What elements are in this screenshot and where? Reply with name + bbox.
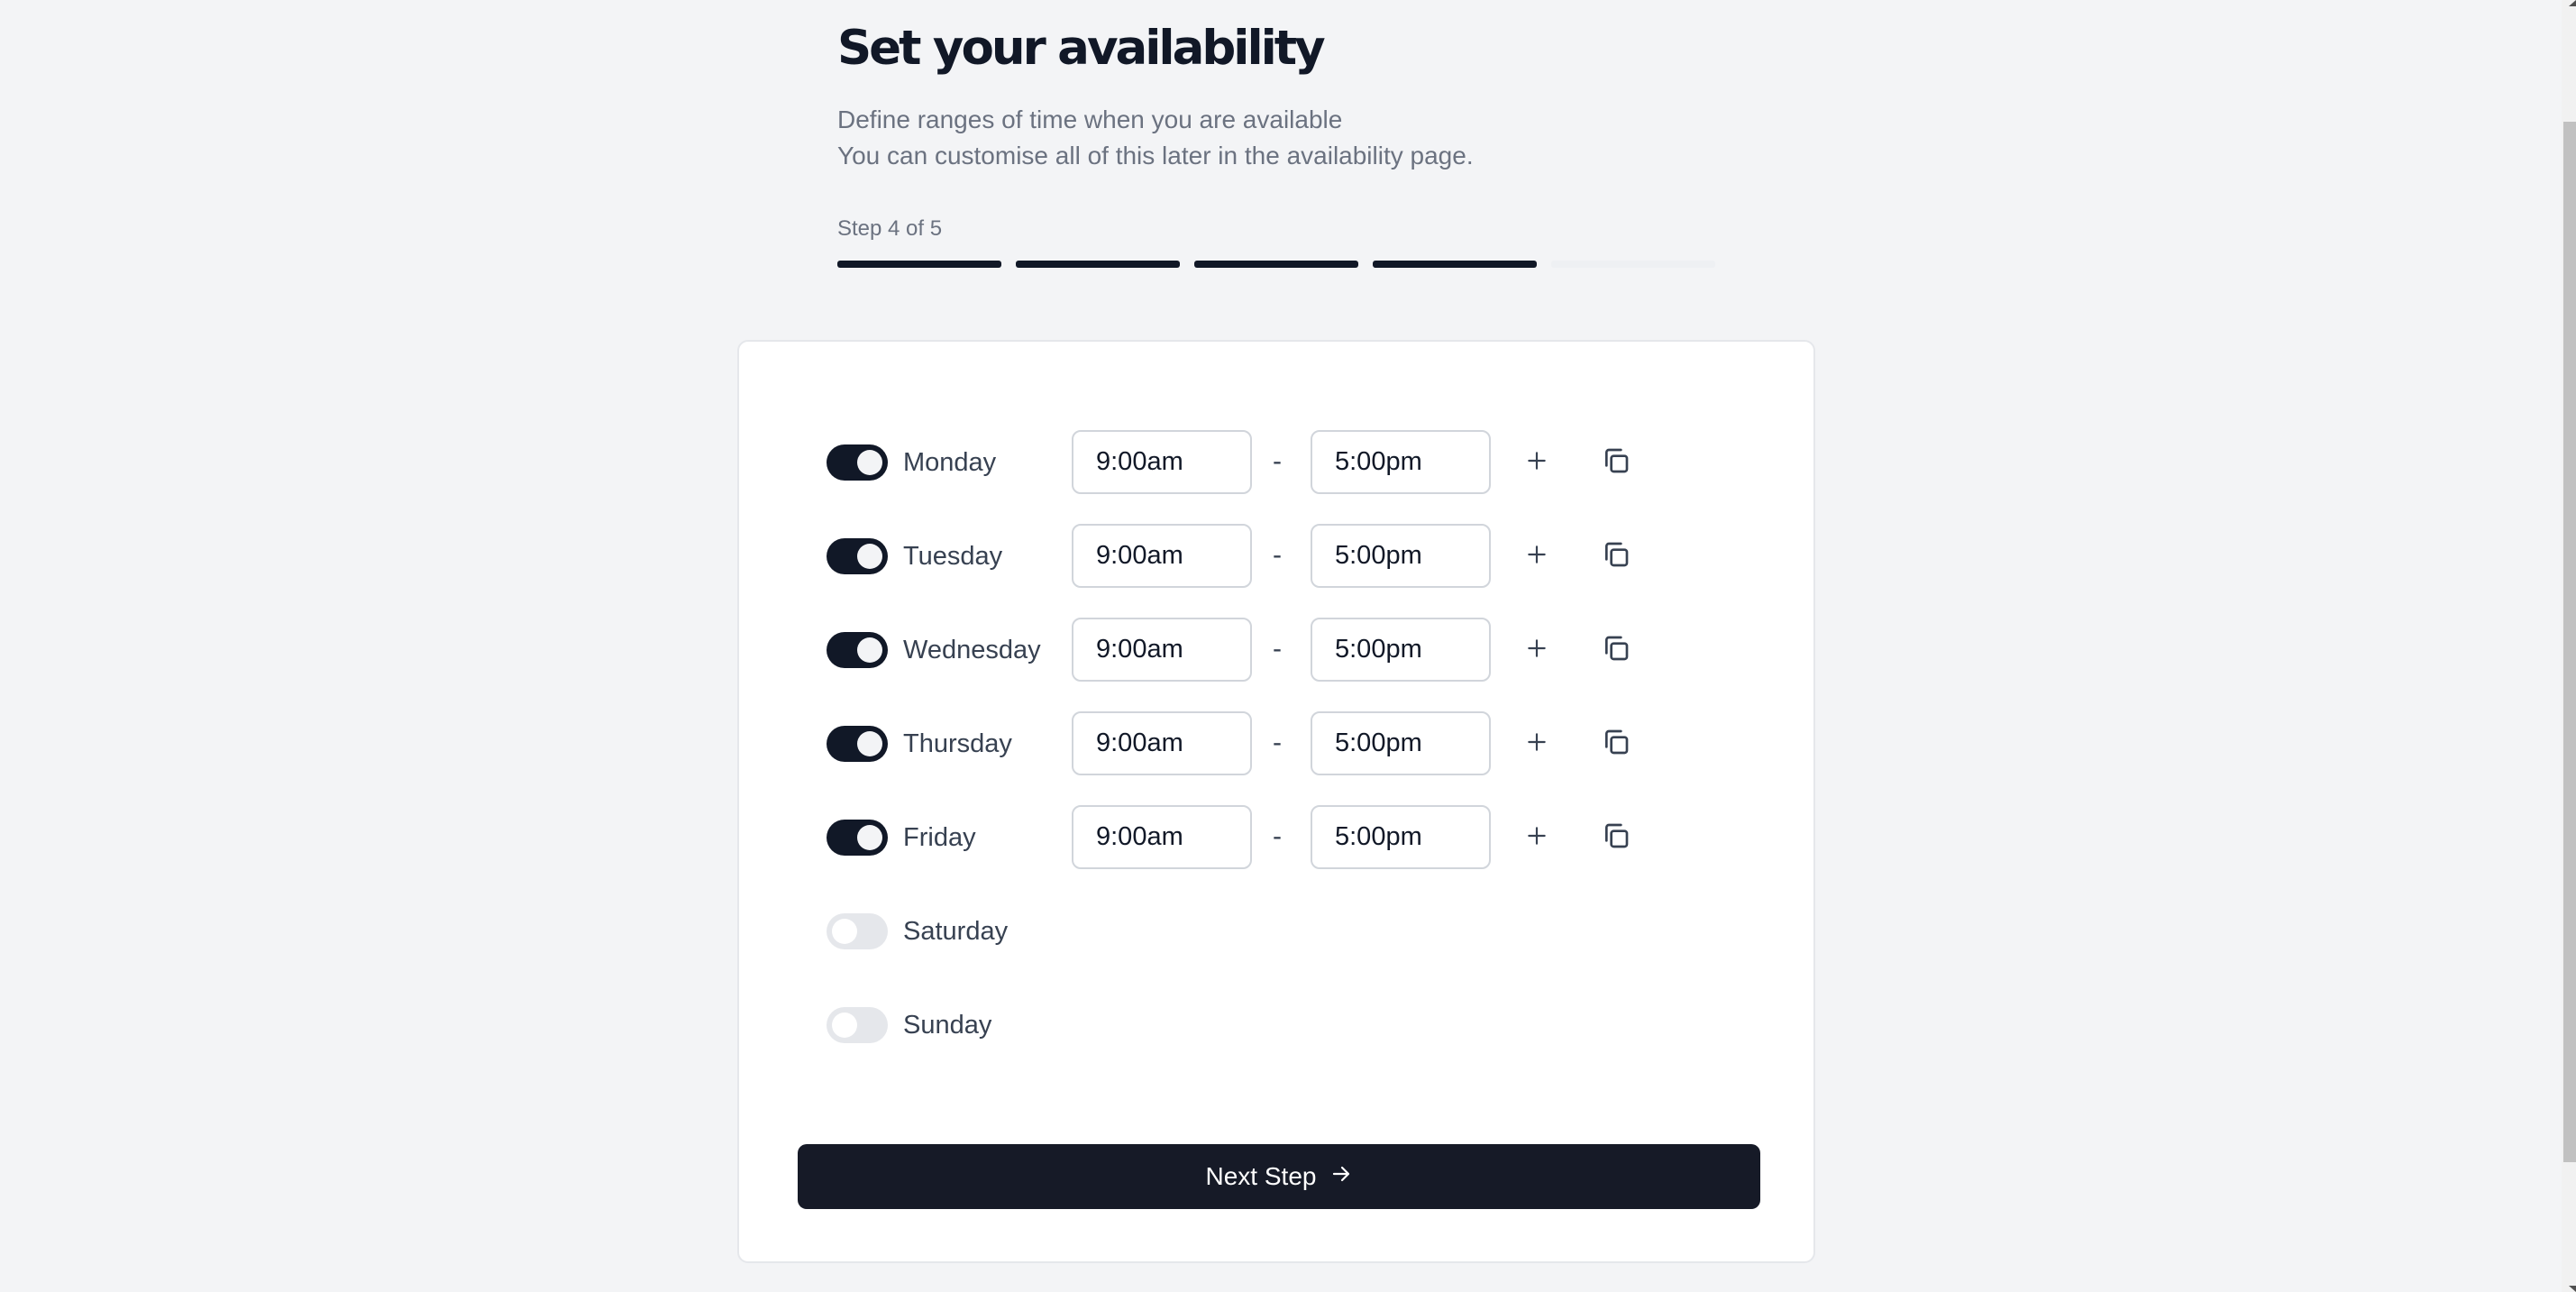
range-separator: -	[1273, 540, 1282, 570]
subtitle-line-1: Define ranges of time when you are avail…	[837, 105, 1343, 133]
availability-card: Monday-Tuesday-Wednesday-Thursday-Friday…	[737, 340, 1815, 1263]
toggle-knob	[857, 450, 882, 475]
progress-segment-4	[1373, 261, 1537, 268]
plus-icon	[1525, 824, 1548, 852]
schedule-row-saturday: Saturday	[739, 899, 1813, 964]
next-step-label: Next Step	[1205, 1162, 1317, 1190]
end-time-tuesday[interactable]	[1311, 524, 1491, 588]
add-range-button-tuesday[interactable]	[1519, 538, 1555, 574]
end-time-wednesday[interactable]	[1311, 618, 1491, 682]
add-range-button-monday[interactable]	[1519, 444, 1555, 481]
copy-times-button-monday[interactable]	[1598, 444, 1634, 481]
schedule-row-friday: Friday -	[739, 805, 1813, 870]
scroll-up-arrow-icon[interactable]	[2569, 0, 2576, 6]
toggle-tuesday[interactable]	[827, 538, 888, 574]
plus-icon	[1525, 543, 1548, 571]
end-time-monday[interactable]	[1311, 430, 1491, 494]
scroll-down-arrow-icon[interactable]	[2569, 1286, 2576, 1292]
copy-icon	[1602, 821, 1631, 855]
copy-times-button-tuesday[interactable]	[1598, 538, 1634, 574]
add-range-button-wednesday[interactable]	[1519, 632, 1555, 668]
subtitle-line-2: You can customise all of this later in t…	[837, 142, 1474, 170]
progress-segment-5	[1551, 261, 1715, 268]
copy-icon	[1602, 446, 1631, 480]
end-time-thursday[interactable]	[1311, 711, 1491, 775]
scroll-thumb[interactable]	[2563, 122, 2576, 1162]
range-separator: -	[1273, 821, 1282, 851]
day-label-thursday: Thursday	[903, 729, 1012, 758]
copy-times-button-wednesday[interactable]	[1598, 632, 1634, 668]
toggle-sunday[interactable]	[827, 1007, 888, 1043]
toggle-thursday[interactable]	[827, 726, 888, 762]
range-separator: -	[1273, 634, 1282, 664]
schedule-row-sunday: Sunday	[739, 993, 1813, 1058]
toggle-knob	[857, 825, 882, 850]
start-time-wednesday[interactable]	[1072, 618, 1252, 682]
page-subtitle: Define ranges of time when you are avail…	[837, 102, 1474, 174]
end-time-friday[interactable]	[1311, 805, 1491, 869]
add-range-button-friday[interactable]	[1519, 820, 1555, 856]
day-label-saturday: Saturday	[903, 917, 1009, 946]
day-label-sunday: Sunday	[903, 1011, 992, 1040]
copy-icon	[1602, 634, 1631, 667]
arrow-right-icon	[1330, 1162, 1352, 1191]
next-step-button[interactable]: Next Step	[798, 1144, 1760, 1209]
page-title: Set your availability	[837, 21, 1326, 76]
day-label-monday: Monday	[903, 448, 997, 477]
day-label-wednesday: Wednesday	[903, 636, 1041, 664]
progress-segment-1	[837, 261, 1001, 268]
toggle-knob	[857, 731, 882, 756]
start-time-monday[interactable]	[1072, 430, 1252, 494]
copy-icon	[1602, 728, 1631, 761]
page-scrollbar[interactable]	[2562, 0, 2576, 1292]
plus-icon	[1525, 730, 1548, 758]
start-time-thursday[interactable]	[1072, 711, 1252, 775]
toggle-knob	[857, 637, 882, 663]
plus-icon	[1525, 637, 1548, 664]
toggle-monday[interactable]	[827, 444, 888, 481]
copy-times-button-friday[interactable]	[1598, 820, 1634, 856]
schedule-row-thursday: Thursday -	[739, 711, 1813, 776]
schedule-row-monday: Monday -	[739, 430, 1813, 495]
start-time-tuesday[interactable]	[1072, 524, 1252, 588]
step-label: Step 4 of 5	[837, 216, 943, 241]
toggle-knob	[857, 544, 882, 569]
toggle-friday[interactable]	[827, 820, 888, 856]
toggle-saturday[interactable]	[827, 913, 888, 949]
toggle-knob	[832, 919, 857, 944]
schedule-row-tuesday: Tuesday -	[739, 524, 1813, 589]
copy-times-button-thursday[interactable]	[1598, 726, 1634, 762]
step-progress	[837, 261, 1715, 268]
add-range-button-thursday[interactable]	[1519, 726, 1555, 762]
range-separator: -	[1273, 446, 1282, 476]
progress-segment-3	[1194, 261, 1358, 268]
range-separator: -	[1273, 728, 1282, 757]
progress-segment-2	[1016, 261, 1180, 268]
toggle-knob	[832, 1013, 857, 1038]
schedule-row-wednesday: Wednesday -	[739, 618, 1813, 683]
day-label-friday: Friday	[903, 823, 976, 852]
day-label-tuesday: Tuesday	[903, 542, 1003, 571]
plus-icon	[1525, 449, 1548, 477]
start-time-friday[interactable]	[1072, 805, 1252, 869]
copy-icon	[1602, 540, 1631, 573]
toggle-wednesday[interactable]	[827, 632, 888, 668]
